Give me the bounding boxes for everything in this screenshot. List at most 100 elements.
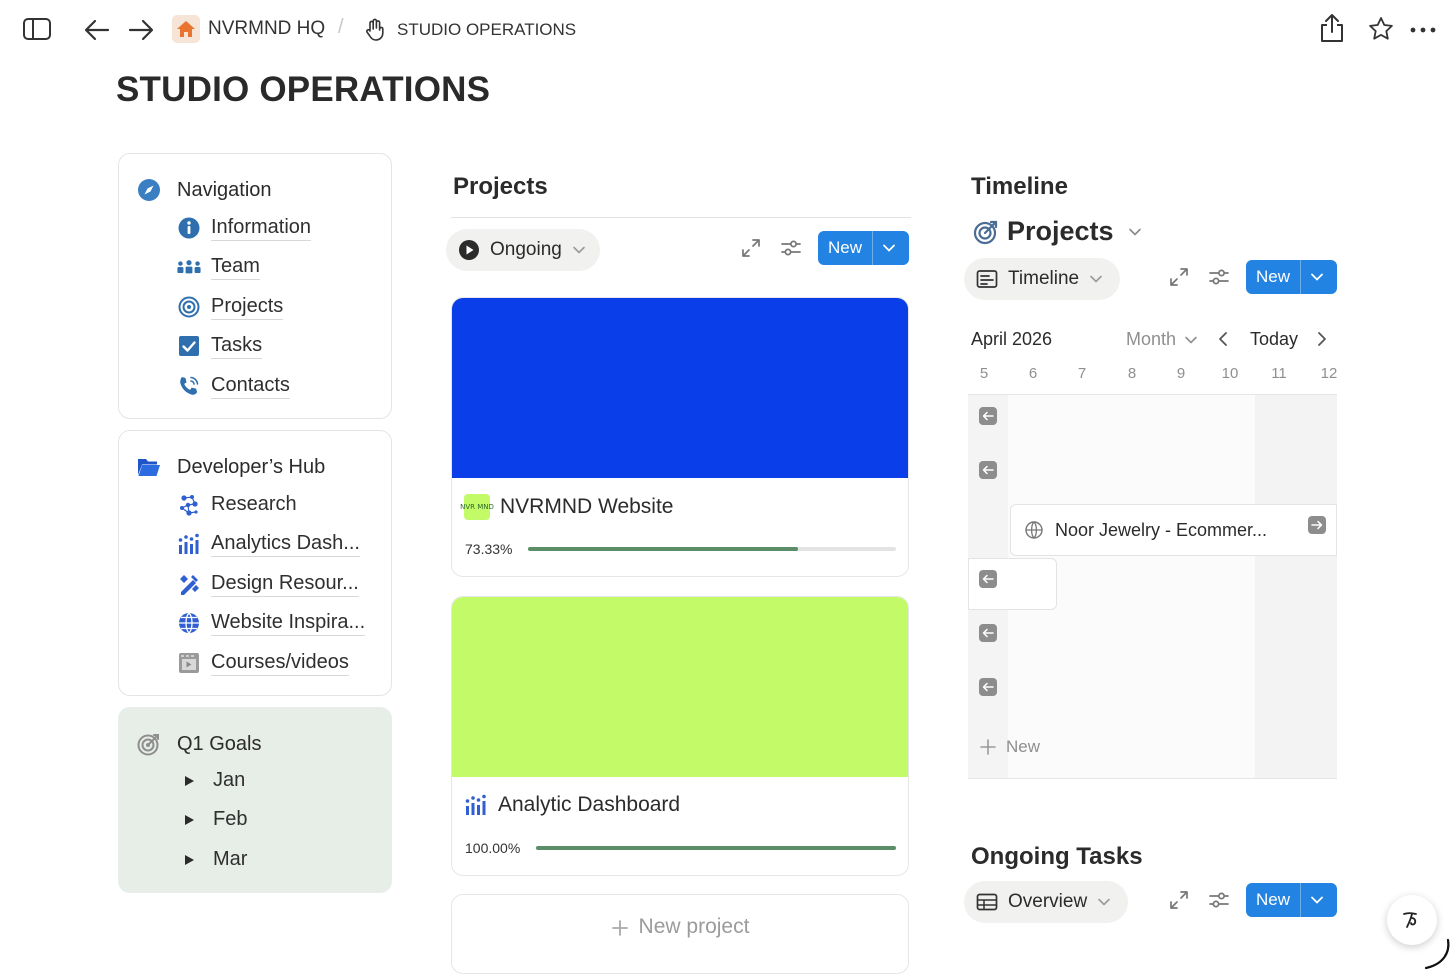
- analytics-icon: [464, 793, 488, 817]
- new-project-label: New project: [638, 915, 750, 938]
- projects-view-selector[interactable]: Ongoing: [446, 229, 600, 271]
- filter-settings-icon[interactable]: [1206, 887, 1232, 913]
- filter-settings-icon[interactable]: [1206, 264, 1232, 290]
- nav-item-label: Projects: [211, 294, 284, 320]
- timeline-day: 11: [1271, 365, 1287, 382]
- developers-hub-title: Developer’s Hub: [177, 455, 326, 478]
- tasks-new-button[interactable]: New: [1246, 883, 1337, 917]
- breadcrumb-page[interactable]: STUDIO OPERATIONS: [397, 20, 576, 40]
- new-dropdown-chevron-icon[interactable]: [1301, 260, 1333, 294]
- goal-item-jan[interactable]: Jan: [183, 769, 245, 792]
- analytics-icon: [177, 532, 201, 556]
- progress-bar: [528, 547, 896, 551]
- nav-item-website-inspiration[interactable]: Website Inspira...: [177, 610, 366, 636]
- nav-item-courses-videos[interactable]: Courses/videos: [177, 650, 349, 676]
- timeline-scale-selector[interactable]: Month: [1126, 329, 1198, 350]
- scroll-left-arrow-icon[interactable]: [979, 461, 997, 479]
- goal-item-mar[interactable]: Mar: [183, 848, 247, 871]
- nav-item-projects[interactable]: Projects: [177, 294, 284, 320]
- home-icon[interactable]: [172, 15, 200, 43]
- toggle-triangle-icon[interactable]: [183, 814, 195, 826]
- timeline-weekend-column: [1255, 395, 1337, 778]
- nav-item-design-resources[interactable]: Design Resour...: [177, 571, 359, 597]
- expand-icon[interactable]: [738, 235, 764, 261]
- new-button-label[interactable]: New: [818, 231, 872, 265]
- new-dropdown-chevron-icon[interactable]: [873, 231, 905, 265]
- chevron-left-icon[interactable]: [1216, 331, 1232, 347]
- timeline-database-title[interactable]: Projects: [973, 216, 1142, 247]
- timeline-day: 10: [1221, 365, 1239, 382]
- expand-icon[interactable]: [1166, 264, 1192, 290]
- scroll-left-arrow-icon[interactable]: [979, 570, 997, 588]
- sidebar-toggle-icon[interactable]: [22, 17, 52, 41]
- star-icon[interactable]: [1368, 16, 1394, 42]
- project-cover: [452, 597, 908, 777]
- timeline-day: 8: [1127, 365, 1137, 382]
- new-dropdown-chevron-icon[interactable]: [1301, 883, 1333, 917]
- project-title[interactable]: Analytic Dashboard: [464, 793, 680, 817]
- new-button-label[interactable]: New: [1246, 883, 1300, 917]
- project-card[interactable]: NVR MND NVRMND Website 73.33%: [451, 297, 909, 577]
- navigation-card: Navigation Information Team Projects Tas…: [118, 153, 392, 419]
- timeline-add-new[interactable]: New: [980, 737, 1040, 757]
- project-card[interactable]: Analytic Dashboard 100.00%: [451, 596, 909, 876]
- nav-item-contacts[interactable]: Contacts: [177, 373, 290, 399]
- breadcrumb-separator: /: [338, 16, 344, 38]
- navigation-header: Navigation: [137, 178, 272, 202]
- back-arrow-icon[interactable]: [84, 18, 110, 42]
- timeline-day: 5: [979, 365, 989, 382]
- today-button[interactable]: Today: [1250, 329, 1298, 350]
- tasks-view-selector[interactable]: Overview: [964, 881, 1128, 923]
- info-icon: [177, 216, 201, 240]
- nav-item-team[interactable]: Team: [177, 254, 260, 280]
- nav-item-label: Design Resour...: [211, 571, 359, 597]
- expand-icon[interactable]: [1166, 887, 1192, 913]
- chevron-down-icon: [1097, 897, 1111, 907]
- target-arrow-icon: [973, 219, 999, 245]
- checkbox-icon: [177, 334, 201, 358]
- chevron-down-icon: [1185, 336, 1197, 344]
- share-icon[interactable]: [1319, 13, 1345, 43]
- goal-item-feb[interactable]: Feb: [183, 808, 247, 831]
- progress-bar: [536, 846, 896, 850]
- timeline-item[interactable]: Noor Jewelry - Ecommer...: [1010, 504, 1337, 556]
- timeline-day: 6: [1028, 365, 1038, 382]
- forward-arrow-icon[interactable]: [128, 18, 154, 42]
- timeline-new-button[interactable]: New: [1246, 260, 1337, 294]
- progress-value: 73.33%: [465, 541, 513, 557]
- scroll-left-arrow-icon[interactable]: [979, 407, 997, 425]
- scroll-left-arrow-icon[interactable]: [979, 678, 997, 696]
- progress-fill: [536, 846, 896, 850]
- handwriting-icon: [1403, 912, 1417, 928]
- breadcrumb-workspace[interactable]: NVRMND HQ: [208, 18, 325, 40]
- filter-settings-icon[interactable]: [778, 235, 804, 261]
- project-name: Analytic Dashboard: [498, 793, 681, 816]
- nav-item-research[interactable]: Research: [177, 492, 297, 517]
- toggle-triangle-icon[interactable]: [183, 854, 195, 866]
- goals-header: Q1 Goals: [137, 732, 261, 756]
- goal-target-icon: [137, 732, 161, 756]
- timeline-view-selector[interactable]: Timeline: [964, 258, 1120, 300]
- projects-new-button[interactable]: New: [818, 231, 909, 265]
- nav-item-information[interactable]: Information: [177, 215, 312, 241]
- project-cover: [452, 298, 908, 478]
- nav-item-tasks[interactable]: Tasks: [177, 333, 263, 359]
- nav-item-label: Analytics Dash...: [211, 531, 360, 557]
- nav-item-label: Team: [211, 254, 260, 280]
- goal-item-label: Jan: [213, 769, 246, 791]
- page-title: STUDIO OPERATIONS: [116, 70, 491, 109]
- more-icon[interactable]: [1410, 26, 1436, 34]
- chevron-down-icon[interactable]: [1128, 227, 1142, 237]
- new-project-button[interactable]: New project: [451, 894, 909, 974]
- goal-item-label: Feb: [213, 808, 248, 830]
- nav-item-analytics[interactable]: Analytics Dash...: [177, 531, 360, 557]
- timeline-month: April 2026: [971, 329, 1053, 349]
- project-title[interactable]: NVR MND NVRMND Website: [460, 494, 673, 520]
- scroll-left-arrow-icon[interactable]: [979, 624, 997, 642]
- progress-value: 100.00%: [465, 840, 521, 856]
- chevron-right-icon[interactable]: [1313, 331, 1329, 347]
- new-button-label[interactable]: New: [1246, 260, 1300, 294]
- toggle-triangle-icon[interactable]: [183, 775, 195, 787]
- progress-fill: [528, 547, 798, 551]
- scroll-right-arrow-icon[interactable]: [1308, 516, 1326, 534]
